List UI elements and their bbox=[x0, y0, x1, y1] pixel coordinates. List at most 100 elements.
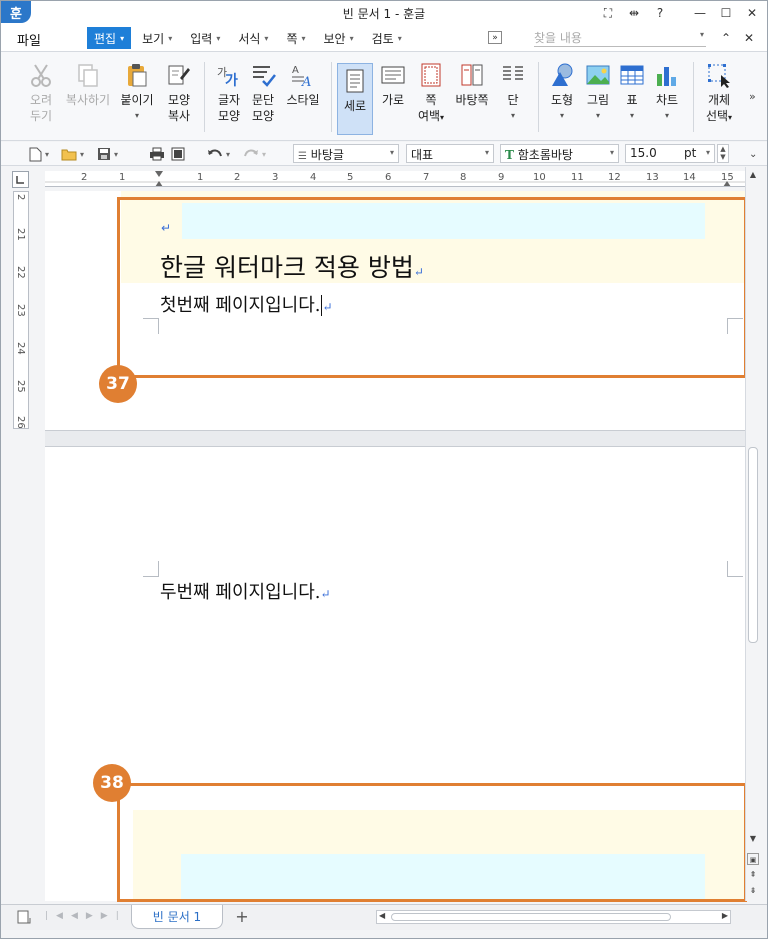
format-toolbar: ▾ ▾ ▾ ▾ ▾ ☰ 바탕글 ▾ 대표 ▾ T 함초롬바탕 ▾ 15.0 pt… bbox=[1, 142, 767, 166]
page2-text-line[interactable]: 두번째 페이지입니다.↵ bbox=[160, 578, 331, 604]
horizontal-ruler[interactable]: 2 1 1 2 3 4 5 6 7 8 9 10 11 12 13 14 15 bbox=[45, 171, 745, 187]
scroll-right-icon[interactable]: ▶ bbox=[722, 911, 728, 920]
chevron-down-icon: ▾ bbox=[264, 33, 269, 43]
para-shape-button[interactable]: 문단 모양 bbox=[243, 58, 283, 138]
help-icon[interactable]: ? bbox=[649, 4, 671, 22]
maximize-button[interactable]: ☐ bbox=[715, 4, 737, 22]
page-icon[interactable] bbox=[17, 910, 31, 927]
font-size-input[interactable]: 15.0 pt ▾ bbox=[625, 144, 715, 163]
callout-box-38 bbox=[117, 783, 747, 902]
chevron-down-icon[interactable]: ▾ bbox=[117, 108, 157, 124]
ribbon-toolbar: 오려 두기 복사하기 붙이기 ▾ 모양 복사 가가 글자 모양 문단 모양 A … bbox=[1, 51, 767, 141]
paste-button[interactable]: 붙이기 ▾ bbox=[117, 58, 157, 138]
ribbon-separator bbox=[693, 62, 694, 132]
chart-button[interactable]: 차트 ▾ bbox=[647, 58, 687, 138]
prev-page-icon[interactable]: ⇞ bbox=[747, 869, 759, 881]
format-painter-icon bbox=[166, 62, 192, 88]
select-object-icon bbox=[706, 62, 732, 88]
split-view-icon[interactable]: ⇹ bbox=[623, 4, 645, 22]
add-tab-button[interactable]: + bbox=[229, 908, 255, 926]
page-margin-button[interactable]: 쪽 여백▾ bbox=[411, 58, 451, 138]
collapse-ribbon-icon[interactable]: ⌃ bbox=[721, 31, 731, 45]
vertical-scrollbar[interactable]: ▲ ▼ ▣ ⇞ ⇟ bbox=[745, 167, 760, 901]
search-input[interactable]: 찾을 내용 ▾ bbox=[534, 29, 706, 47]
landscape-page-icon bbox=[380, 62, 406, 88]
chevron-down-icon: ▾ bbox=[168, 33, 173, 43]
picture-icon bbox=[585, 62, 611, 88]
table-button[interactable]: 표 ▾ bbox=[612, 58, 652, 138]
open-folder-icon[interactable]: ▾ bbox=[61, 146, 84, 162]
next-page-icon[interactable]: ⇟ bbox=[747, 885, 759, 897]
object-select-button[interactable]: 개체 선택▾ bbox=[699, 58, 739, 138]
cut-button[interactable]: 오려 두기 bbox=[21, 58, 61, 138]
vertical-layout-button[interactable]: 세로 bbox=[337, 63, 373, 135]
shape-button[interactable]: 도형 ▾ bbox=[542, 58, 582, 138]
menu-review[interactable]: 검토 ▾ bbox=[365, 27, 409, 49]
chevron-down-icon: ▾ bbox=[609, 148, 614, 157]
font-name-select[interactable]: T 함초롬바탕 ▾ bbox=[500, 144, 619, 163]
fullscreen-icon[interactable]: ⛶ bbox=[597, 4, 619, 22]
columns-button[interactable]: 단 ▾ bbox=[493, 58, 533, 138]
menu-format[interactable]: 서식 ▾ bbox=[231, 27, 275, 49]
horizontal-scrollbar[interactable]: ◀ ▶ bbox=[376, 910, 731, 924]
chevron-down-icon[interactable]: ▾ bbox=[647, 108, 687, 124]
ribbon-separator bbox=[204, 62, 205, 132]
document-tab[interactable]: 빈 문서 1 bbox=[131, 905, 223, 929]
clipboard-icon bbox=[124, 62, 150, 88]
font-size-spinner[interactable]: ▲ ▼ bbox=[717, 144, 729, 163]
chevron-down-icon[interactable]: ▾ bbox=[493, 108, 533, 124]
save-icon[interactable]: ▾ bbox=[97, 146, 118, 162]
scroll-up-icon[interactable]: ▲ bbox=[747, 169, 759, 181]
print-icon[interactable] bbox=[149, 146, 165, 162]
svg-text:가: 가 bbox=[225, 73, 238, 88]
menu-page[interactable]: 쪽 ▾ bbox=[279, 27, 312, 49]
svg-text:A: A bbox=[301, 75, 311, 88]
menu-insert[interactable]: 입력 ▾ bbox=[183, 27, 227, 49]
vertical-ruler[interactable]: 2 21 22 23 24 25 26 bbox=[13, 191, 29, 429]
menu-bar: 파일 편집 ▾ 보기 ▾ 입력 ▾ 서식 ▾ 쪽 ▾ 보안 ▾ 검토 ▾ » 찾을 내용 ▾ … bbox=[1, 25, 767, 51]
shape-icon bbox=[549, 62, 575, 88]
chevron-down-icon[interactable]: ▾ bbox=[612, 108, 652, 124]
table-icon bbox=[619, 62, 645, 88]
ribbon-separator bbox=[331, 62, 332, 132]
chevron-down-icon[interactable]: ▾ bbox=[542, 108, 582, 124]
callout-badge-38: 38 bbox=[93, 764, 131, 802]
style-button[interactable]: AA 스타일 bbox=[281, 58, 325, 138]
chevron-down-icon: ▾ bbox=[705, 148, 710, 157]
menu-security[interactable]: 보안 ▾ bbox=[317, 27, 361, 49]
horizontal-layout-button[interactable]: 가로 bbox=[373, 58, 413, 138]
master-page-button[interactable]: 바탕쪽 bbox=[449, 58, 495, 138]
toolbar-expand-icon[interactable]: ⌄ bbox=[749, 146, 757, 162]
scroll-left-icon[interactable]: ◀ bbox=[379, 911, 385, 920]
font-language-select[interactable]: 대표 ▾ bbox=[406, 144, 494, 163]
style-list-icon: ☰ bbox=[298, 151, 307, 162]
page-view-icon[interactable]: ▣ bbox=[747, 853, 759, 865]
tab-navigation-arrows[interactable]: |◀◀▶▶| bbox=[45, 911, 127, 921]
close-document-icon[interactable]: ✕ bbox=[744, 31, 754, 45]
redo-icon[interactable]: ▾ bbox=[243, 146, 266, 162]
chevron-down-icon[interactable]: ▾ bbox=[700, 30, 704, 39]
horizontal-scroll-thumb[interactable] bbox=[391, 913, 671, 921]
ribbon-expand-icon[interactable]: » bbox=[749, 90, 756, 103]
format-copy-button[interactable]: 모양 복사 bbox=[159, 58, 199, 138]
chevron-down-icon: ▾ bbox=[120, 33, 125, 43]
new-document-icon[interactable]: ▾ bbox=[29, 146, 49, 162]
copy-button[interactable]: 복사하기 bbox=[65, 58, 111, 138]
menu-more-button[interactable]: » bbox=[488, 31, 502, 44]
style-icon: AA bbox=[290, 62, 316, 90]
menu-edit[interactable]: 편집 ▾ bbox=[87, 27, 132, 49]
status-bar: |◀◀▶▶| 빈 문서 1 + ◀ ▶ bbox=[1, 904, 767, 930]
scroll-down-icon[interactable]: ▼ bbox=[747, 833, 759, 845]
minimize-button[interactable]: — bbox=[689, 4, 711, 22]
para-shape-icon bbox=[250, 62, 276, 88]
print-preview-icon[interactable] bbox=[171, 146, 185, 162]
ruler-corner-button[interactable] bbox=[12, 171, 29, 188]
menu-view[interactable]: 보기 ▾ bbox=[135, 27, 179, 49]
truetype-font-icon: T bbox=[505, 148, 514, 162]
bar-chart-icon bbox=[654, 62, 680, 88]
scroll-thumb[interactable] bbox=[748, 447, 758, 643]
undo-icon[interactable]: ▾ bbox=[207, 146, 230, 162]
menu-file[interactable]: 파일 bbox=[17, 30, 65, 49]
close-button[interactable]: ✕ bbox=[741, 4, 763, 22]
style-select[interactable]: ☰ 바탕글 ▾ bbox=[293, 144, 399, 163]
